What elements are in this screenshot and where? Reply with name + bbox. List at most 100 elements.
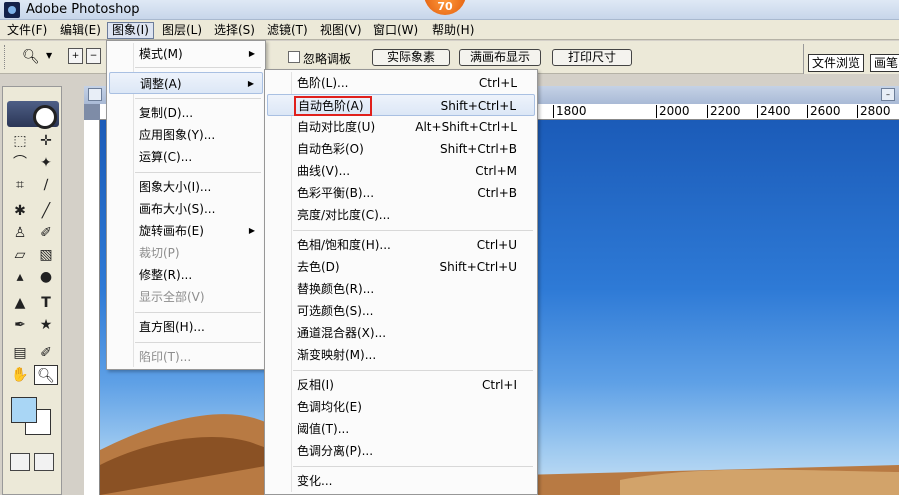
dodge-icon[interactable]: ●: [34, 267, 58, 287]
menu-item-label: 替换颜色(R)...: [297, 282, 375, 296]
eraser-icon[interactable]: ▱: [8, 245, 32, 265]
minimize-icon[interactable]: –: [881, 88, 895, 101]
gradient-icon[interactable]: ▧: [34, 245, 58, 265]
hand-icon[interactable]: ✋: [8, 365, 32, 385]
menu-item-threshold[interactable]: 阈值(T)...: [267, 418, 535, 440]
ruler-vertical[interactable]: [84, 120, 100, 495]
menu-item-label: 阈值(T)...: [297, 422, 350, 436]
blur-icon[interactable]: ▴: [8, 267, 32, 287]
palette-well: 文件浏览 画笔: [803, 44, 899, 74]
menu-item-calculations[interactable]: 运算(C)...: [109, 146, 263, 168]
menu-item-duplicate[interactable]: 复制(D)...: [109, 102, 263, 124]
menu-separator: [135, 98, 261, 99]
healing-brush-icon[interactable]: ✱: [8, 201, 32, 221]
menu-item-hue-saturation[interactable]: 色相/饱和度(H)... Ctrl+U: [267, 234, 535, 256]
menu-item-desaturate[interactable]: 去色(D) Shift+Ctrl+U: [267, 256, 535, 278]
adjustments-submenu: 色阶(L)... Ctrl+L 自动色阶(A) Shift+Ctrl+L 自动对比度…: [264, 69, 538, 495]
menu-select[interactable]: 选择(S): [210, 22, 259, 39]
menu-item-shortcut: Shift+Ctrl+U: [439, 260, 517, 274]
image-menu-dropdown: 模式(M) ▶ 调整(A) ▶ 复制(D)... 应用图象(Y)... 运算(C).…: [106, 40, 266, 370]
menu-item-posterize[interactable]: 色调分离(P)...: [267, 440, 535, 462]
menu-file[interactable]: 文件(F): [3, 22, 51, 39]
menu-item-auto-color[interactable]: 自动色彩(O) Shift+Ctrl+B: [267, 138, 535, 160]
menu-item-label: 可选颜色(S)...: [297, 304, 374, 318]
options-grip[interactable]: [4, 45, 7, 69]
foreground-color-swatch[interactable]: [11, 397, 37, 423]
history-brush-icon[interactable]: ✐: [34, 223, 58, 243]
tab-file-browser[interactable]: 文件浏览: [808, 54, 865, 72]
menu-item-equalize[interactable]: 色调均化(E): [267, 396, 535, 418]
menu-item-shortcut: Alt+Shift+Ctrl+L: [415, 120, 517, 134]
shape-icon[interactable]: ★: [34, 315, 58, 335]
menu-item-label: 修整(R)...: [139, 268, 193, 282]
move-icon[interactable]: ✛: [34, 131, 58, 151]
ignore-palettes-checkbox[interactable]: [288, 51, 300, 63]
menu-item-invert[interactable]: 反相(I) Ctrl+I: [267, 374, 535, 396]
standard-mode-button[interactable]: [10, 453, 30, 471]
menu-item-image-size[interactable]: 图象大小(I)...: [109, 176, 263, 198]
chevron-down-icon[interactable]: ▼: [46, 51, 52, 60]
ruler-tick-label: 2800: [857, 105, 891, 118]
menu-item-variations[interactable]: 变化...: [267, 470, 535, 492]
menu-item-label: 色相/饱和度(H)...: [297, 238, 391, 252]
tab-brushes[interactable]: 画笔: [870, 54, 899, 72]
marquee-icon[interactable]: ⬚: [8, 131, 32, 151]
crop-icon[interactable]: ⌗: [8, 175, 32, 195]
path-select-icon[interactable]: ▲: [8, 293, 32, 313]
notes-icon[interactable]: ▤: [8, 343, 32, 363]
ruler-tick-label: 2000: [656, 105, 690, 118]
menu-item-auto-levels[interactable]: 自动色阶(A) Shift+Ctrl+L: [267, 94, 535, 116]
clone-stamp-icon[interactable]: ♙: [8, 223, 32, 243]
actual-pixels-button[interactable]: 实际象素: [372, 49, 450, 66]
window-title: Adobe Photoshop: [26, 2, 140, 17]
menu-item-trim[interactable]: 修整(R)...: [109, 264, 263, 286]
zoom-icon[interactable]: 🔍︎: [34, 365, 58, 385]
menu-item-label: 色阶(L)...: [297, 76, 349, 90]
menu-item-label: 通道混合器(X)...: [297, 326, 387, 340]
menu-item-canvas-size[interactable]: 画布大小(S)...: [109, 198, 263, 220]
menu-item-adjust[interactable]: 调整(A) ▶: [109, 72, 263, 94]
menu-item-curves[interactable]: 曲线(V)... Ctrl+M: [267, 160, 535, 182]
menu-item-selective-color[interactable]: 可选颜色(S)...: [267, 300, 535, 322]
menu-item-rotate-canvas[interactable]: 旋转画布(E) ▶: [109, 220, 263, 242]
menu-item-channel-mixer[interactable]: 通道混合器(X)...: [267, 322, 535, 344]
menu-item-color-balance[interactable]: 色彩平衡(B)... Ctrl+B: [267, 182, 535, 204]
menu-layer[interactable]: 图层(L): [158, 22, 206, 39]
type-icon[interactable]: T: [34, 293, 58, 313]
print-size-button[interactable]: 打印尺寸: [552, 49, 632, 66]
menu-item-label: 自动对比度(U): [297, 120, 376, 134]
menu-item-label: 复制(D)...: [139, 106, 194, 120]
zoom-tool-preset-icon[interactable]: 🔍︎: [22, 49, 40, 65]
magic-wand-icon[interactable]: ✦: [34, 153, 58, 173]
notification-badge[interactable]: 70: [424, 0, 466, 15]
menu-separator: [135, 172, 261, 173]
quick-mask-mode-button[interactable]: [34, 453, 54, 471]
photoshop-logo-icon: [4, 2, 20, 18]
menu-separator: [293, 370, 533, 371]
menu-item-brightness-contrast[interactable]: 亮度/对比度(C)...: [267, 204, 535, 226]
lasso-icon[interactable]: ⌒: [8, 153, 32, 173]
ruler-tick-label: 1800: [553, 105, 587, 118]
brush-icon[interactable]: ╱: [34, 201, 58, 221]
menu-filter[interactable]: 滤镜(T): [263, 22, 312, 39]
menu-window[interactable]: 窗口(W): [369, 22, 422, 39]
eyedropper-icon[interactable]: ✐: [34, 343, 58, 363]
menu-image[interactable]: 图象(I): [107, 22, 154, 39]
menu-item-replace-color[interactable]: 替换颜色(R)...: [267, 278, 535, 300]
menu-view[interactable]: 视图(V): [316, 22, 366, 39]
fit-on-screen-button[interactable]: 满画布显示: [459, 49, 541, 66]
pen-icon[interactable]: ✒: [8, 315, 32, 335]
menu-edit[interactable]: 编辑(E): [56, 22, 105, 39]
menu-help[interactable]: 帮助(H): [428, 22, 478, 39]
menu-item-label: 自动色阶(A): [298, 99, 364, 113]
zoom-out-icon[interactable]: −: [86, 48, 101, 64]
menu-item-gradient-map[interactable]: 渐变映射(M)...: [267, 344, 535, 366]
menu-item-histogram[interactable]: 直方图(H)...: [109, 316, 263, 338]
zoom-in-icon[interactable]: +: [68, 48, 83, 64]
menu-item-levels[interactable]: 色阶(L)... Ctrl+L: [267, 72, 535, 94]
menu-item-auto-contrast[interactable]: 自动对比度(U) Alt+Shift+Ctrl+L: [267, 116, 535, 138]
slice-icon[interactable]: ∕: [34, 175, 58, 195]
adobe-eye-logo-icon[interactable]: [7, 101, 59, 129]
menu-item-mode[interactable]: 模式(M) ▶: [109, 43, 263, 65]
menu-item-apply-image[interactable]: 应用图象(Y)...: [109, 124, 263, 146]
